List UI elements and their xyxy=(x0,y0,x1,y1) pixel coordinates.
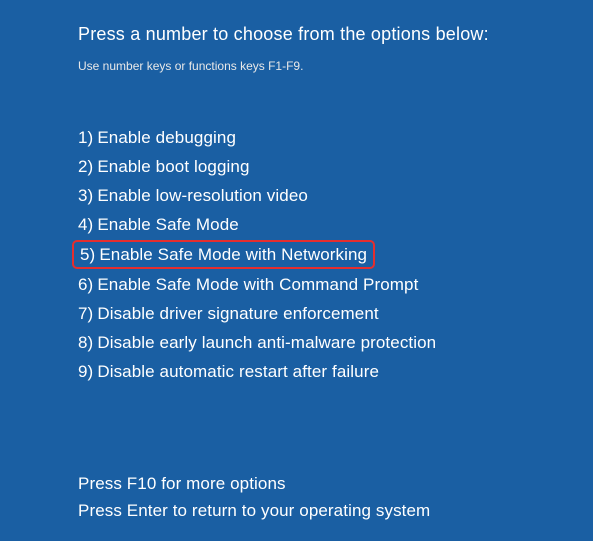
option-label: Disable automatic restart after failure xyxy=(97,363,379,380)
footer-line-f10: Press F10 for more options xyxy=(78,470,515,497)
option-label: Enable Safe Mode with Command Prompt xyxy=(97,276,418,293)
option-label: Enable boot logging xyxy=(97,158,249,175)
instruction-subtitle: Use number keys or functions keys F1-F9. xyxy=(78,59,515,73)
option-label: Disable early launch anti-malware protec… xyxy=(97,334,436,351)
option-label: Enable debugging xyxy=(97,129,236,146)
option-9[interactable]: 9) Disable automatic restart after failu… xyxy=(78,357,515,386)
option-7[interactable]: 7) Disable driver signature enforcement xyxy=(78,299,515,328)
option-6[interactable]: 6) Enable Safe Mode with Command Prompt xyxy=(78,270,515,299)
instruction-title: Press a number to choose from the option… xyxy=(78,24,515,45)
option-number: 7) xyxy=(78,305,93,322)
option-number: 2) xyxy=(78,158,93,175)
option-label: Disable driver signature enforcement xyxy=(97,305,378,322)
option-label: Enable low-resolution video xyxy=(97,187,308,204)
option-label: Enable Safe Mode xyxy=(97,216,238,233)
option-number: 8) xyxy=(78,334,93,351)
option-number: 1) xyxy=(78,129,93,146)
option-2[interactable]: 2) Enable boot logging xyxy=(78,152,515,181)
option-8[interactable]: 8) Disable early launch anti-malware pro… xyxy=(78,328,515,357)
option-3[interactable]: 3) Enable low-resolution video xyxy=(78,181,515,210)
option-number: 4) xyxy=(78,216,93,233)
option-number: 6) xyxy=(78,276,93,293)
option-number: 9) xyxy=(78,363,93,380)
boot-options-list: 1) Enable debugging 2) Enable boot loggi… xyxy=(78,123,515,386)
option-5-highlighted[interactable]: 5) Enable Safe Mode with Networking xyxy=(72,240,375,269)
footer-instructions: Press F10 for more options Press Enter t… xyxy=(78,470,515,524)
option-label: Enable Safe Mode with Networking xyxy=(99,246,367,263)
option-1[interactable]: 1) Enable debugging xyxy=(78,123,515,152)
option-4[interactable]: 4) Enable Safe Mode xyxy=(78,210,515,239)
option-number: 5) xyxy=(80,246,95,263)
footer-line-enter: Press Enter to return to your operating … xyxy=(78,497,515,524)
option-number: 3) xyxy=(78,187,93,204)
